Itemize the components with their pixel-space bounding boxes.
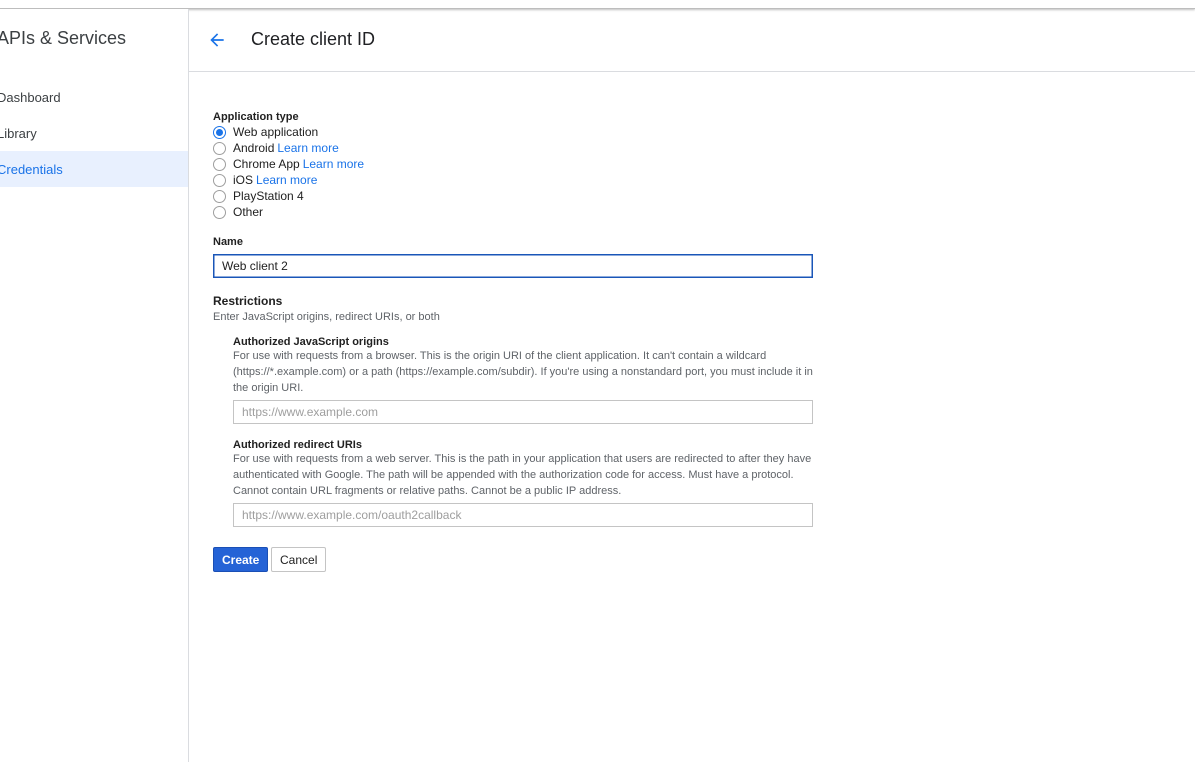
learn-more-link-ios[interactable]: Learn more xyxy=(256,173,317,187)
radio-button-checked[interactable] xyxy=(213,125,226,139)
radio-label: Web application xyxy=(233,125,319,139)
name-input[interactable] xyxy=(213,254,813,278)
radio-button[interactable] xyxy=(213,141,226,155)
arrow-left-icon[interactable] xyxy=(207,30,227,50)
radio-label: Chrome App xyxy=(233,157,300,171)
cancel-button[interactable]: Cancel xyxy=(271,547,327,572)
radio-label: Android xyxy=(233,141,275,155)
js-origins-label: Authorized JavaScript origins xyxy=(233,336,389,348)
application-type-radio-group: Web application Android Learn more Chrom… xyxy=(213,124,364,220)
radio-option-ios[interactable]: iOS Learn more xyxy=(213,172,364,188)
radio-button[interactable] xyxy=(213,173,226,187)
radio-option-android[interactable]: Android Learn more xyxy=(213,140,364,156)
radio-option-web-application[interactable]: Web application xyxy=(213,124,364,140)
radio-option-other[interactable]: Other xyxy=(213,204,364,220)
radio-button[interactable] xyxy=(213,189,226,203)
restrictions-hint: Enter JavaScript origins, redirect URIs,… xyxy=(213,311,440,323)
restrictions-label: Restrictions xyxy=(213,294,283,308)
learn-more-link-android[interactable]: Learn more xyxy=(277,141,338,155)
radio-label: Other xyxy=(233,205,264,219)
name-label: Name xyxy=(213,236,243,248)
page-title: Create client ID xyxy=(251,29,376,49)
sidebar-item-credentials[interactable]: Credentials xyxy=(0,151,188,187)
learn-more-link-chrome-app[interactable]: Learn more xyxy=(303,157,364,171)
page-header: Create client ID xyxy=(189,9,1195,72)
top-shadow-bar xyxy=(0,0,1195,9)
js-origins-input[interactable] xyxy=(233,400,813,424)
radio-label: PlayStation 4 xyxy=(233,189,304,203)
radio-option-playstation-4[interactable]: PlayStation 4 xyxy=(213,188,364,204)
redirect-uris-label: Authorized redirect URIs xyxy=(233,439,362,451)
js-origins-description: For use with requests from a browser. Th… xyxy=(233,350,813,394)
sidebar-item-dashboard[interactable]: Dashboard xyxy=(0,79,188,115)
create-button[interactable]: Create xyxy=(213,547,269,572)
redirect-uris-description: For use with requests from a web server.… xyxy=(233,453,812,497)
sidebar-title: APIs & Services xyxy=(0,28,127,48)
radio-label: iOS xyxy=(233,173,254,187)
sidebar: APIs & Services Dashboard Library Creden… xyxy=(0,9,189,762)
application-type-label: Application type xyxy=(213,111,299,123)
radio-button[interactable] xyxy=(213,205,226,219)
radio-option-chrome-app[interactable]: Chrome App Learn more xyxy=(213,156,364,172)
sidebar-item-library[interactable]: Library xyxy=(0,115,188,151)
radio-button[interactable] xyxy=(213,157,226,171)
redirect-uris-input[interactable] xyxy=(233,503,813,527)
